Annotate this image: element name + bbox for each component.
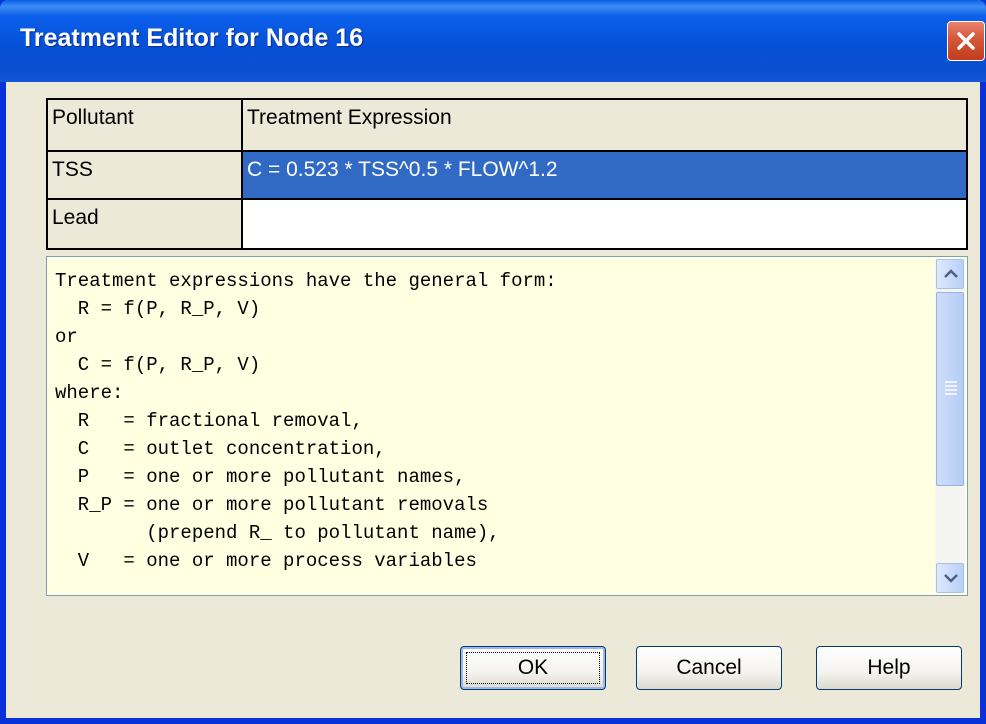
title-bar[interactable]: Treatment Editor for Node 16: [0, 0, 986, 82]
grip-line: [945, 381, 957, 383]
chevron-down-icon: [944, 574, 958, 583]
expression-cell-tss[interactable]: C = 0.523 * TSS^0.5 * FLOW^1.2: [243, 152, 966, 198]
column-header-treatment-expression: Treatment Expression: [243, 100, 966, 150]
focus-rectangle: [466, 652, 600, 684]
chevron-up-icon: [944, 269, 958, 278]
scroll-thumb[interactable]: [936, 292, 964, 486]
scroll-up-button[interactable]: [936, 259, 964, 289]
help-line: C = f(P, R_P, V): [55, 354, 261, 376]
help-memo[interactable]: Treatment expressions have the general f…: [46, 256, 968, 596]
help-button[interactable]: Help: [816, 646, 962, 690]
expression-cell-lead[interactable]: [243, 200, 966, 248]
help-text: Treatment expressions have the general f…: [55, 267, 557, 575]
help-line: P = one or more pollutant names,: [55, 466, 466, 488]
help-line: or: [55, 326, 78, 348]
grip-line: [945, 385, 957, 387]
help-line: Treatment expressions have the general f…: [55, 270, 557, 292]
help-line: where:: [55, 382, 124, 404]
cancel-button-label: Cancel: [676, 656, 742, 679]
scroll-down-button[interactable]: [936, 563, 964, 593]
ok-button[interactable]: OK: [460, 646, 606, 690]
column-header-pollutant: Pollutant: [48, 100, 241, 150]
close-icon: [957, 32, 975, 50]
vertical-scrollbar[interactable]: [935, 259, 965, 593]
grid-line: [48, 198, 966, 200]
treatment-grid: Pollutant Treatment Expression TSS C = 0…: [46, 98, 968, 250]
help-line: V = one or more process variables: [55, 550, 477, 572]
help-line: R = fractional removal,: [55, 410, 363, 432]
help-line: R_P = one or more pollutant removals: [55, 494, 489, 516]
grid-line: [241, 100, 243, 248]
close-button[interactable]: [947, 21, 985, 61]
help-line: R = f(P, R_P, V): [55, 298, 261, 320]
help-line: C = outlet concentration,: [55, 438, 386, 460]
window-title: Treatment Editor for Node 16: [20, 24, 364, 52]
help-line: (prepend R_ to pollutant name),: [55, 522, 500, 544]
cancel-button[interactable]: Cancel: [636, 646, 782, 690]
grip-line: [945, 389, 957, 391]
help-button-label: Help: [867, 656, 911, 679]
grid-line: [48, 150, 966, 152]
grip-line: [945, 393, 957, 395]
row-pollutant-lead[interactable]: Lead: [48, 200, 241, 248]
row-pollutant-tss[interactable]: TSS: [48, 152, 241, 198]
